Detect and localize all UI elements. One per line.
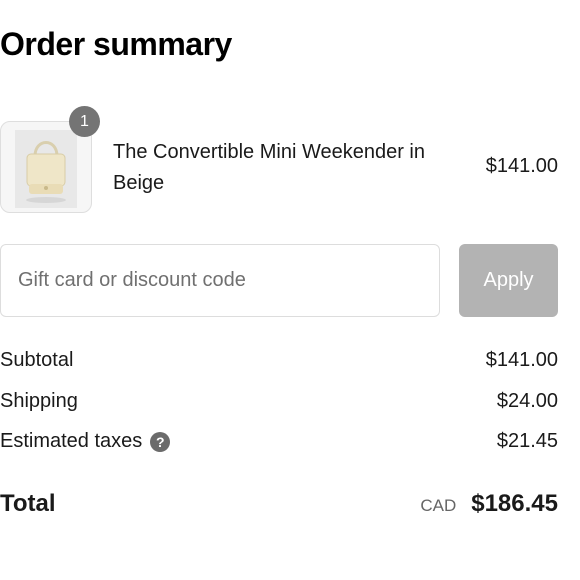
question-circle-icon[interactable]: ? [150,431,171,452]
taxes-label: Estimated taxes [0,430,143,452]
currency-code: CAD [420,496,457,515]
order-summary-panel: Order summary 1 The Convertible Mini Wee… [0,0,580,580]
product-name: The Convertible Mini Weekender in Beige [113,141,426,194]
shipping-value: $24.00 [496,390,558,412]
taxes-row: Estimated taxes ? $21.45 [0,430,558,453]
subtotal-value: $141.00 [485,349,558,371]
total-row: Total CAD $186.45 [0,490,558,518]
apply-button[interactable]: Apply [459,244,558,317]
shipping-row: Shipping $24.00 [0,390,558,413]
subtotal-row: Subtotal $141.00 [0,349,558,372]
shipping-label: Shipping [0,390,78,412]
total-label: Total [0,490,56,517]
subtotal-label: Subtotal [0,349,74,371]
page-title: Order summary [0,26,232,62]
total-amount-group: CAD $186.45 [420,490,558,518]
product-price: $141.00 [485,155,558,177]
total-value: $186.45 [471,490,558,517]
discount-code-input[interactable] [0,244,440,317]
taxes-value: $21.45 [496,430,558,452]
quantity-badge: 1 [69,106,100,137]
taxes-label-group: Estimated taxes ? [0,430,171,453]
bag-image [15,130,77,208]
